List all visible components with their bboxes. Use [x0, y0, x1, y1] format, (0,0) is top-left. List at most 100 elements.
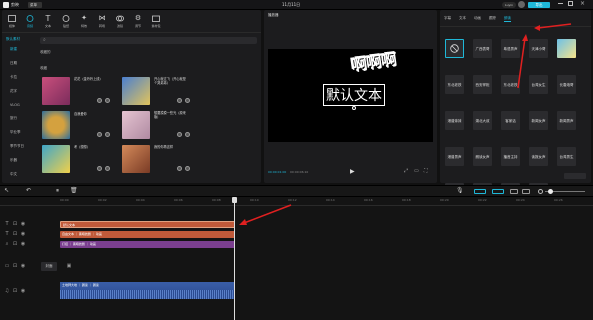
toolbar-audio[interactable]: 音频 [27, 24, 33, 28]
template-add-4[interactable] [105, 166, 110, 171]
rotate-handle-icon[interactable] [352, 106, 356, 110]
search-input[interactable]: ⌕ [40, 37, 257, 44]
tab-read-aloud[interactable]: 朗读 [504, 16, 511, 22]
nav-item-0[interactable]: 新建 [6, 47, 36, 52]
nav-item-3[interactable]: 花字 [6, 89, 36, 94]
link-toggle[interactable] [474, 189, 486, 194]
toolbar-filter[interactable]: 滤镜 [117, 24, 123, 28]
video-canvas[interactable]: 啊啊啊 默认文本 [268, 49, 433, 142]
template-add-1[interactable] [185, 98, 190, 103]
template-thumb-2[interactable] [42, 111, 70, 139]
close-icon[interactable]: × [580, 0, 585, 7]
template-download-3[interactable] [177, 132, 182, 137]
voice-tile-8[interactable]: 长春炮哥 [557, 75, 576, 94]
nav-item-2[interactable]: 卡拉 [6, 75, 36, 80]
template-download-0[interactable] [97, 98, 102, 103]
eye-icon-3[interactable]: ◉ [20, 241, 26, 247]
snap-toggle[interactable] [492, 189, 504, 194]
lock-icon-5[interactable]: ⊡ [12, 288, 18, 294]
transition-icon[interactable]: ⋈ [96, 12, 108, 24]
voice-tile-6[interactable]: 东北老铁 [501, 75, 520, 94]
toolbar-effects[interactable]: 特效 [81, 24, 87, 28]
voice-tile-7[interactable]: 台湾女生 [529, 75, 548, 94]
template-thumb-3[interactable] [122, 111, 150, 139]
template-download-1[interactable] [177, 98, 182, 103]
lock-icon-3[interactable]: ⊡ [12, 241, 18, 247]
voice-tile-13[interactable]: 新闻男声 [557, 111, 576, 130]
toolbar-package[interactable]: 素材包 [151, 24, 160, 28]
playhead-line[interactable] [234, 197, 235, 320]
voice-tile-18[interactable]: 台湾男生 [557, 147, 576, 166]
voice-tile-15[interactable]: 朗读女声 [473, 147, 492, 166]
mic-icon[interactable]: 🎙 [456, 187, 464, 194]
template-add-3[interactable] [185, 132, 190, 137]
toolbar-sticker[interactable]: 贴纸 [63, 24, 69, 28]
voice-tile-5[interactable]: 西安掌柜 [473, 75, 492, 94]
lock-icon[interactable]: ⊡ [12, 221, 18, 227]
voice-tile-image[interactable] [557, 39, 576, 58]
template-thumb-0[interactable] [42, 77, 70, 105]
nav-section[interactable]: 默认素材 [6, 37, 36, 42]
voice-tile-17[interactable]: 读报女声 [529, 147, 548, 166]
lock-icon-4[interactable]: ⊡ [12, 263, 18, 269]
cover-button[interactable]: 封面 [41, 262, 57, 271]
upgrade-button[interactable]: Luyin [502, 2, 516, 8]
template-thumb-5[interactable] [122, 145, 150, 173]
avatar[interactable] [518, 1, 525, 8]
voice-tile-11[interactable]: 客家话 [501, 111, 520, 130]
template-download-5[interactable] [177, 166, 182, 171]
template-add-0[interactable] [105, 98, 110, 103]
nav-item-6[interactable]: 毕业季 [6, 130, 36, 135]
eye-icon[interactable]: ◉ [20, 221, 26, 227]
nav-item-7[interactable]: 季节节日 [6, 144, 36, 149]
select-tool-icon[interactable]: ↖ [4, 187, 9, 194]
voice-tile-1[interactable]: 粤语男声 [501, 39, 520, 58]
text-clip[interactable]: 默认文本 [60, 221, 235, 228]
voice-tile-4[interactable]: 东北老铁 [445, 75, 464, 94]
nav-item-9[interactable]: 中文 [6, 172, 36, 177]
sticker-icon[interactable] [60, 12, 72, 24]
voice-tile-2[interactable]: 天津小哥 [529, 39, 548, 58]
tab-tracking[interactable]: 跟踪 [489, 16, 496, 22]
delete-icon[interactable]: 🗑 [70, 187, 78, 194]
template-download-2[interactable] [97, 132, 102, 137]
eye-icon-2[interactable]: ◉ [20, 231, 26, 237]
nav-item-1[interactable]: 日期 [6, 61, 36, 66]
fit-icon[interactable]: ⤢ [404, 168, 408, 174]
toolbar-text[interactable]: 文本 [45, 24, 51, 28]
toolbar-adjust[interactable]: 调节 [135, 24, 141, 28]
tab-text[interactable]: 文本 [459, 16, 466, 22]
fit-timeline-button[interactable] [522, 189, 530, 194]
nav-item-5[interactable]: 旅行 [6, 116, 36, 121]
package-icon[interactable] [150, 12, 162, 24]
fullscreen-icon[interactable]: ⛶ [424, 168, 428, 174]
subtitle-clip-2[interactable]: 打招 ｜ 黑暗舞剧 ｜ 动画 [60, 241, 235, 248]
maximize-icon[interactable] [568, 1, 573, 6]
export-button[interactable]: 导出 [528, 2, 550, 8]
voice-tile-16[interactable]: 播音主持 [501, 147, 520, 166]
image-icon[interactable]: ▣ [66, 263, 72, 269]
template-thumb-4[interactable] [42, 145, 70, 173]
start-read-button[interactable] [564, 173, 586, 179]
tab-subtitle[interactable]: 字幕 [444, 16, 451, 22]
zoom-thumb[interactable] [548, 189, 553, 194]
volume-icon[interactable]: ◉ [20, 288, 26, 294]
audio-clip[interactable]: 土地拜大地 ｜ 朗读 ｜ 朗读 [60, 282, 235, 299]
zoom-out-icon[interactable] [538, 189, 543, 194]
voice-tile-9[interactable]: 港普妹妹 [445, 111, 464, 130]
adjust-icon[interactable]: ⚙ [132, 12, 144, 24]
audio-icon[interactable] [24, 12, 36, 24]
lock-icon-2[interactable]: ⊡ [12, 231, 18, 237]
text-icon[interactable]: T [42, 12, 54, 24]
template-add-2[interactable] [105, 132, 110, 137]
art-text[interactable]: 啊啊啊 [350, 46, 398, 76]
menu-button[interactable]: 菜单 [28, 2, 42, 8]
default-text-overlay[interactable]: 默认文本 [323, 84, 385, 106]
nav-item-8[interactable]: 乐器 [6, 158, 36, 163]
toolbar-media[interactable]: 媒体 [9, 24, 15, 28]
ratio-icon[interactable]: ▭ [414, 168, 419, 174]
preview-toggle[interactable] [510, 189, 518, 194]
minimize-icon[interactable] [558, 3, 563, 4]
template-thumb-1[interactable] [122, 77, 150, 105]
play-icon[interactable]: ▶ [350, 168, 355, 175]
